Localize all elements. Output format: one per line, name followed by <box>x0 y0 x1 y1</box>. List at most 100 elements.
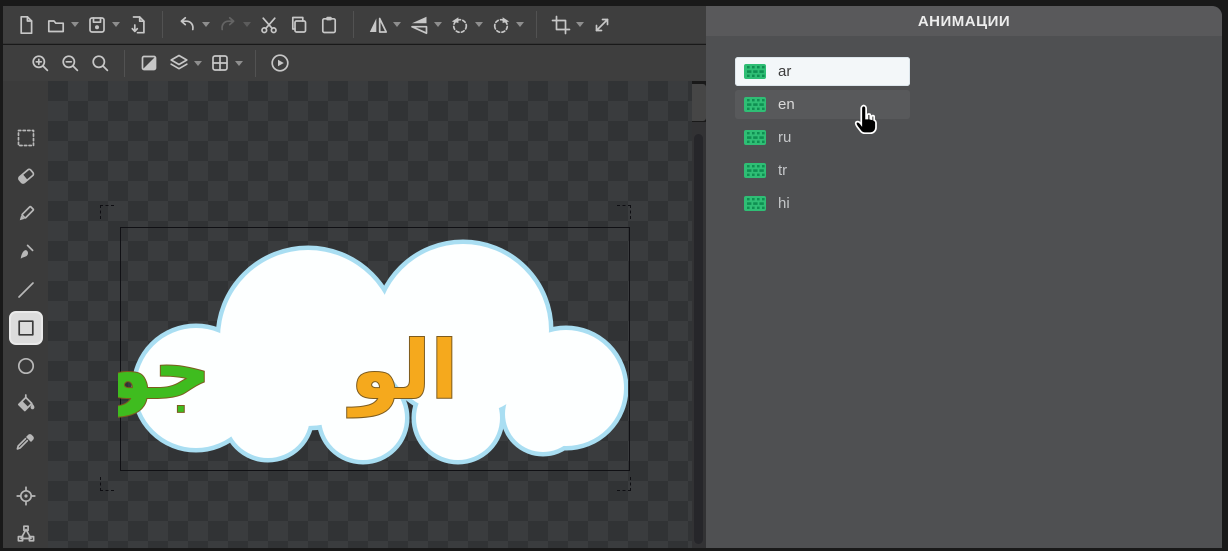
zoom-in-icon <box>29 52 51 74</box>
animation-item-en[interactable]: en <box>735 90 910 119</box>
toolbar-separator <box>536 11 537 38</box>
animation-item-ar[interactable]: ar <box>735 57 910 86</box>
cut-scissors-icon <box>258 14 280 36</box>
selection-corner-marker[interactable] <box>617 477 631 491</box>
flip-vertical-button[interactable] <box>406 11 432 39</box>
copy-button[interactable] <box>286 11 312 39</box>
zoom-in-button[interactable] <box>27 49 53 77</box>
crop-button[interactable] <box>548 11 574 39</box>
layers-icon <box>168 52 190 74</box>
ellipse-icon <box>14 354 38 378</box>
marquee-select-tool[interactable] <box>11 123 41 153</box>
rotate-ccw-button[interactable] <box>447 11 473 39</box>
animations-list: ar en ru <box>706 36 1222 218</box>
flip-horizontal-icon <box>367 14 389 36</box>
save-button[interactable] <box>84 11 110 39</box>
animation-item-label: ar <box>778 63 791 80</box>
pencil-tool[interactable] <box>11 199 41 229</box>
undo-button[interactable] <box>174 11 200 39</box>
toolbar-separator <box>162 11 163 38</box>
move-target-icon <box>14 484 38 508</box>
animation-item-label: tr <box>778 162 787 179</box>
logo-text-segment: الو <box>346 324 458 418</box>
grid-icon <box>209 52 231 74</box>
main-toolbar <box>3 6 706 44</box>
rotate-ccw-dropdown-caret[interactable] <box>475 22 483 27</box>
layers-dropdown-caret[interactable] <box>194 61 202 66</box>
layers-button[interactable] <box>166 49 192 77</box>
zoom-reset-button[interactable] <box>87 49 113 77</box>
save-dropdown-caret[interactable] <box>112 22 120 27</box>
rotate-cw-icon <box>490 14 512 36</box>
nodes-tool[interactable] <box>11 519 41 549</box>
toolbar-separator <box>353 11 354 38</box>
rotate-ccw-icon <box>449 14 471 36</box>
flip-horizontal-button[interactable] <box>365 11 391 39</box>
eyedropper-tool[interactable] <box>11 427 41 457</box>
animation-item-hi[interactable]: hi <box>735 189 910 218</box>
cut-button[interactable] <box>256 11 282 39</box>
film-strip-icon <box>744 64 766 79</box>
zoom-out-icon <box>59 52 81 74</box>
save-icon <box>86 14 108 36</box>
animation-item-label: hi <box>778 195 790 212</box>
marquee-select-icon <box>14 126 38 150</box>
export-button[interactable] <box>125 11 151 39</box>
rotate-cw-button[interactable] <box>488 11 514 39</box>
rotate-cw-dropdown-caret[interactable] <box>516 22 524 27</box>
film-strip-icon <box>744 130 766 145</box>
redo-icon <box>217 14 239 36</box>
eraser-tool[interactable] <box>11 161 41 191</box>
line-tool[interactable] <box>11 275 41 305</box>
eraser-icon <box>14 164 38 188</box>
toolbar-separator <box>255 50 256 77</box>
brush-tool[interactable] <box>11 237 41 267</box>
undo-dropdown-caret[interactable] <box>202 22 210 27</box>
animations-panel-title: АНИМАЦИИ <box>918 13 1010 30</box>
play-icon <box>269 52 291 74</box>
animation-item-label: ru <box>778 129 791 146</box>
logo-text-segment: جو <box>118 324 211 418</box>
flip-horizontal-dropdown-caret[interactable] <box>393 22 401 27</box>
open-button[interactable] <box>43 11 69 39</box>
canvas-vertical-scrollbar[interactable] <box>692 122 706 548</box>
redo-button-disabled[interactable] <box>215 11 241 39</box>
grid-button[interactable] <box>207 49 233 77</box>
nodes-icon <box>14 522 38 546</box>
selection-corner-marker[interactable] <box>100 205 114 219</box>
new-file-button[interactable] <box>13 11 39 39</box>
scrollbar-thumb[interactable] <box>694 134 703 544</box>
transparency-toggle-button[interactable] <box>136 49 162 77</box>
animation-item-tr[interactable]: tr <box>735 156 910 185</box>
undo-icon <box>176 14 198 36</box>
rectangle-icon <box>14 316 38 340</box>
fill-bucket-tool[interactable] <box>11 389 41 419</box>
selection-corner-marker[interactable] <box>617 205 631 219</box>
arabic-logo-text: دمج الو جو ه <box>118 324 628 418</box>
rectangle-tool-selected[interactable] <box>11 313 41 343</box>
play-animation-button[interactable] <box>267 49 293 77</box>
new-file-icon <box>15 14 37 36</box>
ellipse-tool[interactable] <box>11 351 41 381</box>
zoom-out-button[interactable] <box>57 49 83 77</box>
paste-icon <box>318 14 340 36</box>
zoom-icon <box>89 52 111 74</box>
crop-dropdown-caret[interactable] <box>576 22 584 27</box>
transparency-icon <box>138 52 160 74</box>
paste-button[interactable] <box>316 11 342 39</box>
export-icon <box>127 14 149 36</box>
hand-pointer-cursor <box>852 104 878 134</box>
view-toolbar <box>3 45 706 81</box>
fill-bucket-icon <box>14 392 38 416</box>
flip-vertical-dropdown-caret[interactable] <box>434 22 442 27</box>
open-dropdown-caret[interactable] <box>71 22 79 27</box>
film-strip-icon <box>744 163 766 178</box>
pencil-icon <box>14 202 38 226</box>
flip-vertical-icon <box>408 14 430 36</box>
move-target-tool[interactable] <box>11 481 41 511</box>
grid-dropdown-caret[interactable] <box>235 61 243 66</box>
selection-corner-marker[interactable] <box>100 477 114 491</box>
resize-button[interactable] <box>589 11 615 39</box>
redo-dropdown-caret[interactable] <box>243 22 251 27</box>
animation-item-ru[interactable]: ru <box>735 123 910 152</box>
